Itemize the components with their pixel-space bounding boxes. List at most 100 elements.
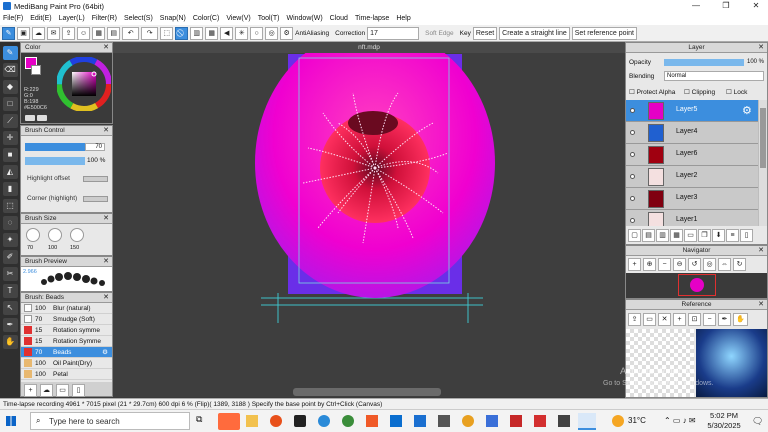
menu-view[interactable]: View(V) — [226, 15, 250, 22]
search-box[interactable]: ⌕ Type here to search — [30, 412, 190, 430]
magic-wand-tool-icon[interactable]: ✦ — [2, 233, 18, 247]
clock-date[interactable]: 5/30/2025 — [702, 421, 746, 430]
app-icon-orange[interactable] — [270, 415, 282, 427]
close-icon[interactable]: ✕ — [758, 246, 764, 256]
brush-item[interactable]: 15 Rotation Symme — [21, 336, 112, 347]
new-halftone-layer-icon[interactable]: ▤ — [642, 229, 655, 242]
highlight-offset-slider[interactable] — [83, 176, 108, 182]
maximize-button[interactable]: ❐ — [714, 0, 738, 12]
ref-zoom-in-icon[interactable]: + — [673, 313, 686, 326]
redo-icon[interactable]: ↷ — [141, 26, 159, 40]
snap-circle-icon[interactable]: ○ — [250, 26, 264, 40]
navigator-preview[interactable] — [626, 273, 767, 298]
document-tab[interactable]: nft.mdp — [113, 42, 625, 53]
layer-list-scrollbar[interactable] — [759, 100, 767, 226]
move-tool-icon[interactable]: ✛ — [2, 131, 18, 145]
brush-cloud-icon[interactable]: ☁ — [40, 384, 53, 397]
select-eraser-tool-icon[interactable]: ✂ — [2, 267, 18, 281]
rotate-reset-icon[interactable]: ◎ — [703, 258, 716, 271]
close-icon[interactable]: ✕ — [103, 43, 109, 53]
layer-opacity-slider[interactable] — [664, 59, 744, 66]
brush-item[interactable]: 100 Blur (natural) — [21, 303, 112, 314]
share-icon[interactable]: ⇪ — [62, 26, 75, 40]
close-button[interactable]: ✕ — [744, 0, 768, 12]
snap-parallel-icon[interactable]: ▥ — [190, 26, 204, 40]
layer-row[interactable]: Layer4 — [626, 122, 758, 144]
menu-select[interactable]: Select(S) — [124, 15, 153, 22]
gradient-tool-icon[interactable]: ▮ — [2, 182, 18, 196]
ref-zoom-out-icon[interactable]: − — [703, 313, 716, 326]
visibility-icon[interactable] — [630, 196, 635, 201]
menu-tool[interactable]: Tool(T) — [258, 15, 280, 22]
brush-size-option-100[interactable] — [48, 228, 62, 242]
clipping-checkbox[interactable]: ☐ Clipping — [684, 88, 715, 96]
zoom-fit-icon[interactable]: ⊕ — [643, 258, 656, 271]
delete-brush-icon[interactable]: ▯ — [72, 384, 85, 397]
visibility-icon[interactable] — [630, 218, 635, 223]
protect-alpha-checkbox[interactable]: ☐ Protect Alpha — [629, 88, 675, 96]
lock-checkbox[interactable]: ☐ Lock — [726, 88, 747, 96]
file-explorer-icon[interactable] — [246, 415, 258, 427]
app-pinned-icon[interactable] — [218, 413, 240, 430]
new-8bit-layer-icon[interactable]: ▥ — [656, 229, 669, 242]
close-icon[interactable]: ✕ — [103, 126, 109, 136]
menu-color[interactable]: Color(C) — [193, 15, 219, 22]
layer-row[interactable]: Layer5 ⚙ — [626, 100, 758, 122]
pdf-icon[interactable] — [534, 415, 546, 427]
rect-tool-icon[interactable]: □ — [2, 97, 18, 111]
color-palette-icon[interactable] — [25, 115, 35, 121]
save-icon[interactable]: ▣ — [17, 26, 30, 40]
open-reference-icon[interactable]: ▭ — [643, 313, 656, 326]
brush-mode-icon[interactable]: ✎ — [2, 26, 15, 40]
brush-folder-icon[interactable]: ▭ — [56, 384, 69, 397]
selection-icon[interactable]: ⬚ — [160, 26, 174, 40]
remove-reference-icon[interactable]: ✕ — [658, 313, 671, 326]
menu-snap[interactable]: Snap(N) — [160, 15, 186, 22]
new-layer-icon[interactable]: ▢ — [628, 229, 641, 242]
blending-select[interactable]: Normal — [664, 71, 764, 81]
flip-icon[interactable]: ⇔ — [718, 258, 731, 271]
chat-icon[interactable]: ✉ — [47, 26, 60, 40]
task-view-icon[interactable]: ⧉ — [196, 414, 210, 428]
brush-tool-icon[interactable]: ✎ — [2, 46, 18, 60]
brush-size-option-70[interactable] — [26, 228, 40, 242]
menu-cloud[interactable]: Cloud — [330, 15, 348, 22]
eraser-tool-icon[interactable]: ⌫ — [2, 63, 18, 77]
minimize-button[interactable]: — — [684, 0, 708, 12]
brush-size-slider[interactable] — [25, 143, 85, 151]
text-tool-icon[interactable]: T — [2, 284, 18, 298]
layer-menu-icon[interactable]: ≡ — [726, 229, 739, 242]
hand-tool-icon[interactable]: ✋ — [2, 335, 18, 349]
color-swap-icon[interactable] — [37, 115, 47, 121]
app-icon-blue2[interactable] — [414, 415, 426, 427]
new-folder-icon[interactable]: ▭ — [684, 229, 697, 242]
clock-time[interactable]: 5:02 PM — [706, 411, 742, 420]
app-icon-dark[interactable] — [294, 415, 306, 427]
snap-off-icon[interactable]: ⃠ — [175, 26, 189, 40]
tray-icons[interactable]: ⌃ ▭ ♪ ✉ — [664, 416, 696, 425]
windows-start-icon[interactable] — [6, 416, 16, 426]
film-icon[interactable]: ▤ — [107, 26, 121, 40]
reference-point-button[interactable]: Set reference point — [571, 26, 637, 40]
duplicate-layer-icon[interactable]: ❐ — [698, 229, 711, 242]
snap-radial-icon[interactable]: ✳ — [235, 26, 249, 40]
merge-down-icon[interactable]: ⬇ — [712, 229, 725, 242]
delete-layer-icon[interactable]: ▯ — [740, 229, 753, 242]
zoom-out-icon[interactable]: − — [658, 258, 671, 271]
notification-icon[interactable]: 🗨 — [752, 416, 763, 427]
menu-timelapse[interactable]: Time-lapse — [355, 15, 389, 22]
app-icon-gray[interactable] — [438, 415, 450, 427]
snap-cross-icon[interactable]: ▦ — [205, 26, 219, 40]
zoom-actual-icon[interactable]: ⊖ — [673, 258, 686, 271]
menu-file[interactable]: File(F) — [3, 15, 23, 22]
menu-filter[interactable]: Filter(R) — [92, 15, 117, 22]
ref-eyedropper-icon[interactable]: ✒ — [718, 313, 731, 326]
close-icon[interactable]: ✕ — [103, 257, 109, 267]
brave-icon[interactable] — [366, 415, 378, 427]
dot-tool-icon[interactable]: ◆ — [2, 80, 18, 94]
color-wheel[interactable] — [57, 57, 111, 111]
soft-edge-checkbox[interactable]: Soft Edge — [425, 30, 454, 37]
snap-curve-icon[interactable]: ◎ — [265, 26, 279, 40]
menu-window[interactable]: Window(W) — [286, 15, 322, 22]
rotate-right-icon[interactable]: ↻ — [733, 258, 746, 271]
